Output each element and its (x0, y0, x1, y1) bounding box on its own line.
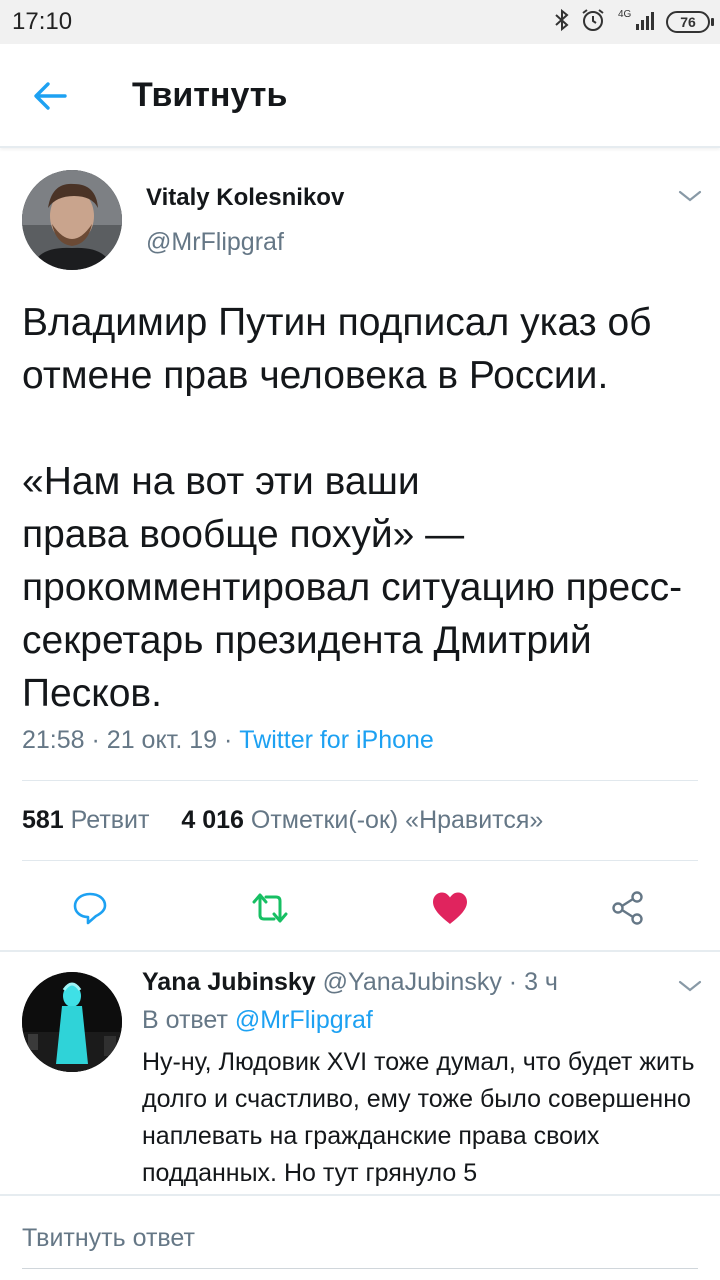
reply-time: 3 ч (524, 968, 558, 996)
tweet-source-link[interactable]: Twitter for iPhone (239, 726, 434, 754)
arrow-left-icon (34, 82, 67, 110)
divider (22, 780, 698, 781)
likes-stat[interactable]: 4 016 Отметки(-ок) «Нравится» (181, 806, 543, 834)
page-title: Твитнуть (132, 76, 288, 114)
tweet-date: 21 окт. 19 (106, 726, 218, 754)
retweet-button[interactable] (242, 880, 298, 936)
app-bar: Твитнуть (0, 44, 720, 148)
retweets-count: 581 (22, 806, 64, 834)
meta-separator: · (224, 726, 240, 754)
network-type-label: 4G (618, 9, 632, 20)
share-button[interactable] (600, 880, 656, 936)
likes-count: 4 016 (181, 806, 244, 834)
tweet-menu-button[interactable] (675, 186, 705, 206)
reply-header: Yana Jubinsky @YanaJubinsky · 3 ч (142, 968, 558, 997)
retweets-label: Ретвит (70, 806, 150, 834)
reply-author-handle[interactable]: @YanaJubinsky (323, 968, 502, 996)
status-time: 17:10 (12, 8, 73, 35)
status-bar: 17:10 4G 76 (0, 0, 720, 44)
retweets-stat[interactable]: 581 Ретвит (22, 806, 149, 834)
status-icons: 4G 76 (554, 6, 714, 38)
author-avatar[interactable] (22, 170, 122, 270)
back-button[interactable] (26, 74, 74, 118)
compose-underline (22, 1268, 698, 1269)
tweet-actions (0, 880, 720, 936)
bluetooth-icon (554, 8, 570, 37)
tweet-meta: 21:58 · 21 окт. 19 · Twitter for iPhone (22, 726, 434, 755)
likes-label: Отметки(-ок) «Нравится» (250, 806, 544, 834)
signal-icon: 4G (616, 7, 656, 38)
share-icon (612, 891, 643, 925)
meta-separator: · (91, 726, 107, 754)
reply-text: Ну-ну, Людовик XVI тоже думал, что будет… (142, 1048, 695, 1187)
reply-to-label: В ответ (142, 1006, 228, 1034)
reply-menu-button[interactable] (675, 976, 705, 996)
heart-icon (433, 892, 467, 924)
author-name[interactable]: Vitaly Kolesnikov (146, 184, 344, 212)
reply-button[interactable] (62, 880, 118, 936)
divider (22, 860, 698, 861)
reply-to-mention[interactable]: @MrFlipgraf (235, 1006, 373, 1034)
battery-icon: 76 (666, 11, 714, 33)
retweet-icon (252, 893, 288, 923)
like-button[interactable] (422, 880, 478, 936)
chevron-down-icon (678, 190, 702, 202)
reply-to-line: В ответ @MrFlipgraf (142, 1006, 373, 1035)
author-handle[interactable]: @MrFlipgraf (146, 228, 284, 257)
alarm-icon (580, 7, 606, 38)
tweet-stats: 581 Ретвит 4 016 Отметки(-ок) «Нравится» (22, 806, 543, 835)
meta-separator: · (508, 968, 525, 996)
reply-compose-input[interactable]: Твитнуть ответ (22, 1224, 195, 1253)
section-separator (0, 950, 720, 952)
reply-author-avatar[interactable] (22, 972, 122, 1072)
reply-icon (73, 892, 107, 925)
reply-author-name[interactable]: Yana Jubinsky (142, 968, 316, 996)
tweet-text: Владимир Путин подписал указ об отмене п… (22, 301, 683, 715)
chevron-down-icon (678, 980, 702, 992)
tweet-time: 21:58 (22, 726, 85, 754)
